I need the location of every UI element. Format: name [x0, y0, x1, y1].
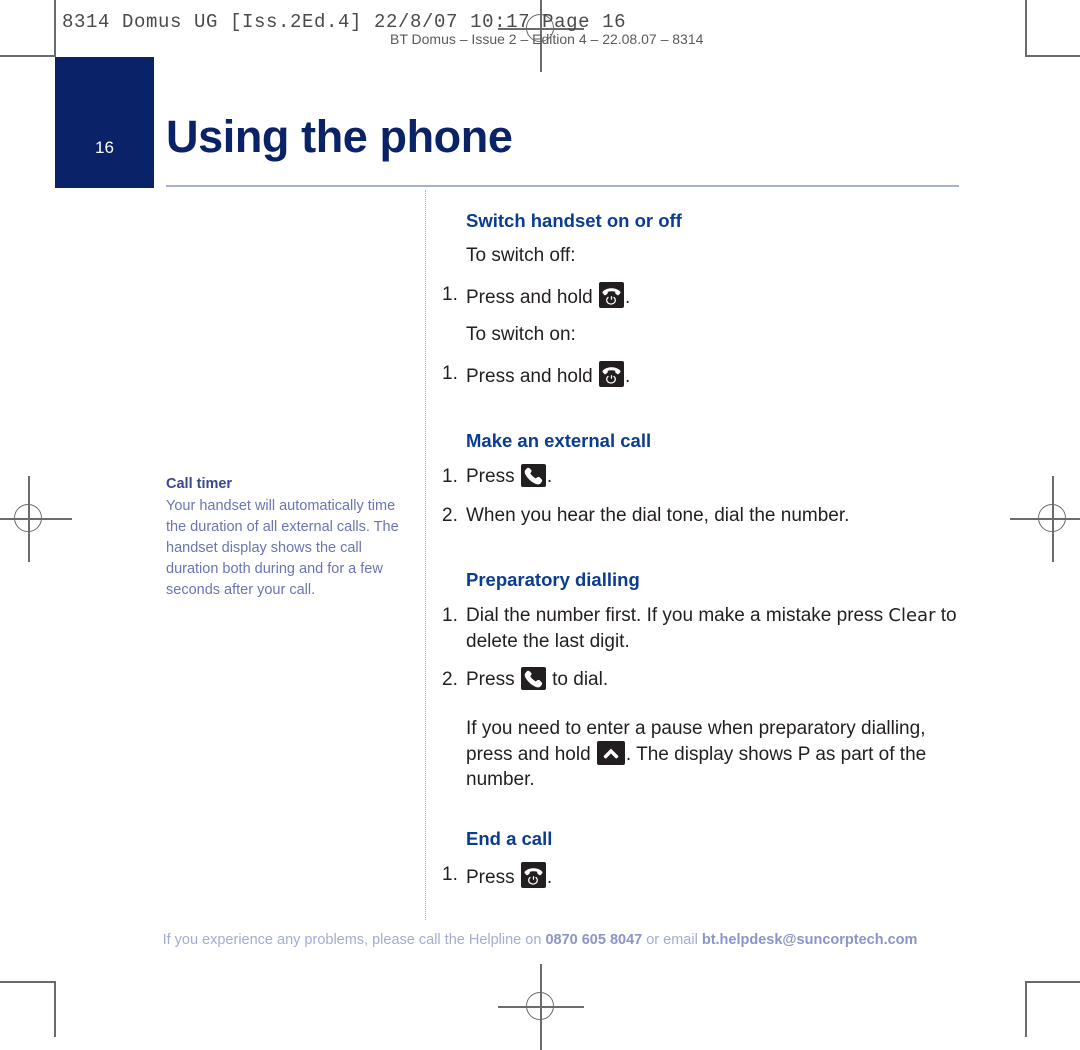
end-call-power-key-icon[interactable] — [599, 360, 625, 387]
section-switch-handset-on-or-off: Switch handset on or off To switch off: … — [442, 210, 962, 389]
footer-middle-text: or email — [642, 932, 702, 948]
step-text: Press and hold . — [466, 360, 962, 389]
step-text-post: . — [546, 866, 553, 888]
section-heading: Switch handset on or off — [466, 210, 682, 231]
page-title: Using the phone — [166, 111, 513, 162]
title-underline-rule — [166, 185, 959, 187]
step-number: 1. — [442, 283, 458, 305]
step-number: 2. — [442, 669, 458, 691]
registration-mark-left — [0, 476, 72, 562]
step-item: 1. Press and hold . — [442, 281, 962, 310]
main-content-column: Switch handset on or off To switch off: … — [442, 210, 962, 903]
step-number: 1. — [442, 605, 458, 627]
step-text-pre: Press — [466, 669, 520, 691]
press-header-line: 8314 Domus UG [Iss.2Ed.4] 22/8/07 10:17 … — [62, 11, 627, 33]
call-key-icon[interactable] — [520, 464, 546, 488]
crop-mark-top-left-horizontal — [0, 55, 55, 57]
step-number: 1. — [442, 863, 458, 885]
step-text-pre: Press — [466, 866, 520, 888]
step-text-pre: Press — [466, 466, 520, 488]
side-note-title: Call timer — [166, 476, 233, 492]
section-heading: Make an external call — [466, 430, 652, 452]
step-text: Dial the number first. If you make a mis… — [466, 603, 962, 654]
registration-mark-bottom — [498, 964, 584, 1050]
step-number: 1. — [442, 362, 458, 384]
step-item: 1. Press . — [442, 861, 962, 890]
section-end-a-call: End a call 1. Press . — [442, 828, 962, 890]
end-call-power-key-icon[interactable] — [520, 861, 546, 888]
step-text-post: to dial. — [546, 669, 609, 691]
footer-email-address[interactable]: bt.helpdesk@suncorptech.com — [702, 932, 918, 948]
crop-mark-top-left-vertical — [54, 0, 56, 57]
section-make-an-external-call: Make an external call 1. Press . 2. When… — [442, 430, 962, 528]
side-note-body: Your handset will automatically time the… — [166, 498, 399, 599]
step-text: Press . — [466, 464, 962, 489]
end-call-power-key-icon[interactable] — [599, 281, 625, 308]
step-text: Press to dial. — [466, 667, 962, 692]
crop-mark-top-right-horizontal — [1026, 55, 1080, 57]
step-item: 1. Press and hold . — [442, 360, 962, 389]
crop-mark-bottom-left-horizontal — [0, 981, 55, 983]
page-number-box: 16 — [55, 57, 154, 188]
step-text-post: . — [625, 286, 631, 308]
section-heading: Preparatory dialling — [466, 569, 640, 591]
step-text: Press and hold . — [466, 281, 962, 310]
step-text-post: . — [625, 365, 631, 387]
crop-mark-bottom-left-vertical — [54, 981, 56, 1037]
step-number: 2. — [442, 504, 458, 526]
step-item: 1. Press . — [442, 464, 962, 489]
footer-phone-number: 0870 605 8047 — [545, 932, 643, 948]
section-preparatory-dialling: Preparatory dialling 1. Dial the number … — [442, 569, 962, 793]
step-text: Press . — [466, 861, 962, 890]
crop-mark-bottom-right-horizontal — [1026, 981, 1080, 983]
press-sub-line: BT Domus – Issue 2 – Edition 4 – 22.08.0… — [390, 31, 704, 47]
step-text-post: . — [546, 466, 553, 488]
step-number: 1. — [442, 466, 458, 488]
step-text-pre: Press and hold — [466, 286, 599, 308]
crop-mark-bottom-right-vertical — [1025, 981, 1027, 1037]
clear-key-label: Clear — [888, 605, 936, 627]
step-text: When you hear the dial tone, dial the nu… — [466, 504, 850, 526]
registration-mark-right — [1010, 476, 1080, 562]
note-paragraph: If you need to enter a pause when prepar… — [442, 716, 962, 793]
section-heading: End a call — [466, 827, 553, 849]
footer-helpline: If you experience any problems, please c… — [0, 932, 1080, 948]
step-item: 2. When you hear the dial tone, dial the… — [442, 503, 962, 528]
side-note-call-timer: Call timer Your handset will automatical… — [166, 474, 418, 601]
footer-lead-text: If you experience any problems, please c… — [162, 932, 546, 948]
page-number: 16 — [95, 138, 114, 157]
up-arrow-key-icon[interactable] — [596, 741, 625, 765]
step-item: 2. Press to dial. — [442, 667, 962, 692]
call-key-icon[interactable] — [520, 667, 546, 691]
instruction-line: To switch on: — [466, 324, 576, 346]
step-text-pre: Dial the number first. If you make a mis… — [466, 605, 889, 627]
crop-mark-top-right-vertical — [1025, 0, 1027, 57]
step-text-pre: Press and hold — [466, 365, 599, 387]
instruction-line: To switch off: — [466, 245, 576, 266]
column-divider — [425, 190, 426, 920]
step-item: 1. Dial the number first. If you make a … — [442, 603, 962, 654]
